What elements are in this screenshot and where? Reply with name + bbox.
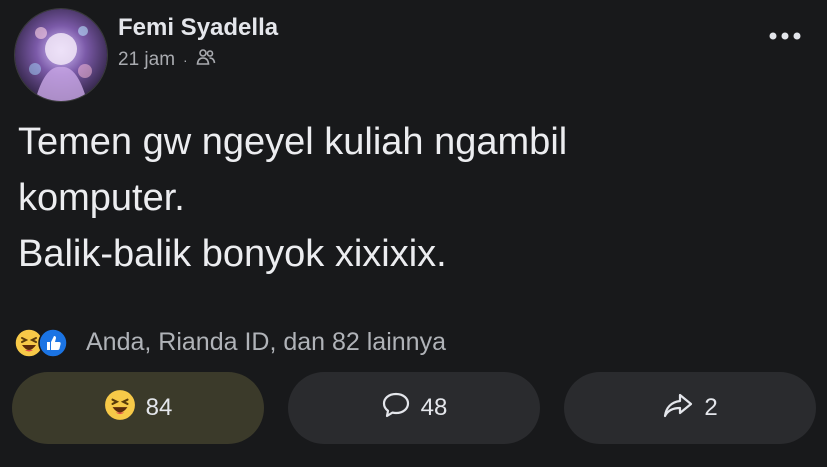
more-options-button[interactable] <box>765 24 805 48</box>
post-text: Temen gw ngeyel kuliah ngambil komputer.… <box>18 114 778 282</box>
like-icon <box>38 328 68 363</box>
avatar-image <box>15 9 107 101</box>
comment-button[interactable]: 48 <box>288 372 540 444</box>
share-button[interactable]: 2 <box>564 372 816 444</box>
share-count: 2 <box>704 394 718 421</box>
meta-separator: · <box>183 52 188 68</box>
comment-bubble-icon <box>381 391 411 426</box>
reactions-summary[interactable]: Anda, Rianda ID, dan 82 lainnya <box>14 326 446 358</box>
post-text-line: Temen gw ngeyel kuliah ngambil <box>18 121 568 163</box>
author-name[interactable]: Femi Syadella <box>118 14 278 42</box>
share-arrow-icon <box>662 391 694 426</box>
avatar[interactable] <box>14 8 108 102</box>
react-count: 84 <box>145 394 173 421</box>
post-meta: 21 jam · <box>118 48 216 72</box>
reactions-text: Anda, Rianda ID, dan 82 lainnya <box>86 327 446 356</box>
more-dots-icon <box>769 32 801 40</box>
react-button[interactable]: 84 <box>12 372 264 444</box>
haha-emoji-icon <box>104 389 136 428</box>
post-time[interactable]: 21 jam <box>118 49 175 71</box>
post-text-line: Balik-balik bonyok xixixix. <box>18 233 447 275</box>
comment-count: 48 <box>420 394 448 421</box>
post-card: Femi Syadella 21 jam · Temen gw ngeyel k… <box>0 0 827 467</box>
reaction-icons <box>14 326 82 358</box>
post-text-line: komputer. <box>18 177 185 219</box>
friends-icon[interactable] <box>196 48 216 72</box>
